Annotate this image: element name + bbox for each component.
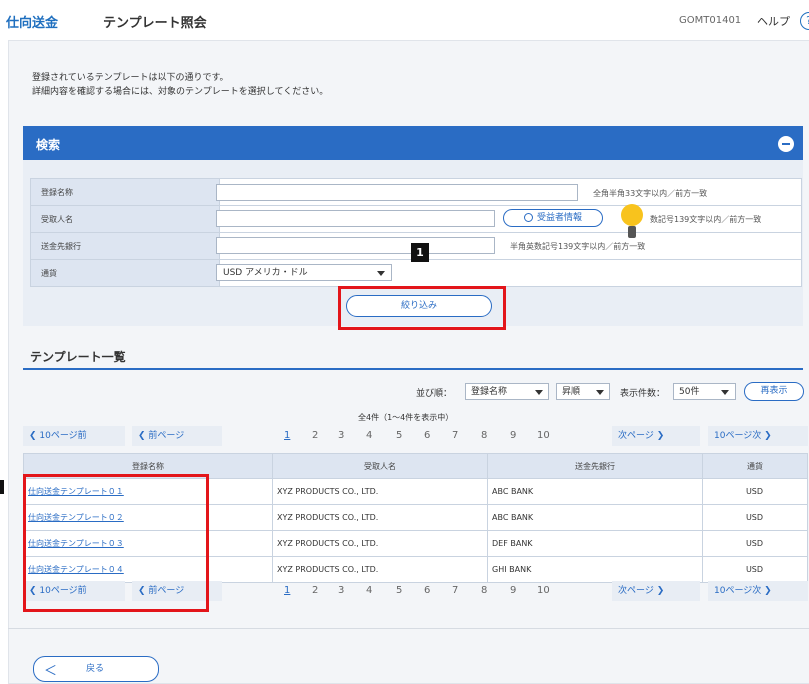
col-header-bank: 送金先銀行 <box>487 453 703 479</box>
screen-code: GOMT01401 <box>679 15 742 26</box>
page-number[interactable]: 6 <box>424 585 430 596</box>
search-panel-title: 検索 <box>36 138 61 152</box>
payee-cell: XYZ PRODUCTS CO., LTD. <box>272 478 488 505</box>
bank-cell: ABC BANK <box>487 478 703 505</box>
currency-cell: USD <box>702 530 808 557</box>
field-label-currency: 通貨 <box>30 259 220 287</box>
prev-page-button[interactable]: ❮ 前ページ <box>132 426 222 446</box>
footer-divider <box>8 628 809 629</box>
page-number[interactable]: 8 <box>481 585 487 596</box>
page-number[interactable]: 8 <box>481 430 487 441</box>
intro-line-1: 登録されているテンプレートは以下の通りです。 <box>32 73 229 83</box>
redisplay-button[interactable]: 再表示 <box>744 382 804 401</box>
currency-select-value: USD アメリカ・ドル <box>223 268 308 278</box>
next-page-button-bottom[interactable]: 次ページ ❯ <box>612 581 700 601</box>
chevron-left-icon: ❮ <box>138 431 149 441</box>
beneficiary-info-label: 受益者情報 <box>536 213 582 223</box>
page-number-current[interactable]: 1 <box>284 585 290 596</box>
page-number-current[interactable]: 1 <box>284 430 290 441</box>
next10-button-bottom[interactable]: 10ページ次 ❯ <box>708 581 808 601</box>
prev10-label: 10ページ前 <box>39 431 87 441</box>
payee-name-hint: 数記号139文字以内／前方一致 <box>650 215 762 224</box>
bank-cell: ABC BANK <box>487 504 703 531</box>
sort-field-value: 登録名称 <box>471 387 508 397</box>
page-number[interactable]: 5 <box>396 430 402 441</box>
sort-order-value: 昇順 <box>562 387 581 397</box>
payee-cell: XYZ PRODUCTS CO., LTD. <box>272 504 488 531</box>
intro-line-2: 詳細内容を確認する場合には、対象のテンプレートを選択してください。 <box>32 87 329 97</box>
page-number[interactable]: 9 <box>510 585 516 596</box>
prev10-button[interactable]: ❮ 10ページ前 <box>23 426 125 446</box>
lightbulb-base <box>628 226 636 238</box>
bank-cell: GHI BANK <box>487 556 703 583</box>
chevron-down-icon <box>377 271 385 276</box>
currency-cell: USD <box>702 504 808 531</box>
next-page-button[interactable]: 次ページ ❯ <box>612 426 700 446</box>
callout-badge-1: 1 <box>411 243 429 262</box>
beneficiary-info-button[interactable]: 受益者情報 <box>503 209 603 227</box>
page-number[interactable]: 2 <box>312 430 318 441</box>
next10-label: 10ページ次 <box>714 431 762 441</box>
next10-label: 10ページ次 <box>714 586 762 596</box>
count-label: 表示件数： <box>620 389 666 399</box>
page-number[interactable]: 2 <box>312 585 318 596</box>
page-number[interactable]: 10 <box>537 585 550 596</box>
payee-cell: XYZ PRODUCTS CO., LTD. <box>272 556 488 583</box>
list-summary: 全4件（1～4件を表示中） <box>358 413 454 422</box>
chevron-down-icon <box>535 390 543 395</box>
field-label-bank: 送金先銀行 <box>30 232 220 260</box>
field-label-payee: 受取人名 <box>30 205 220 233</box>
back-button-label: 戻る <box>86 664 105 674</box>
collapse-icon[interactable] <box>778 136 794 152</box>
template-name-hint: 全角半角33文字以内／前方一致 <box>593 189 708 198</box>
bank-cell: DEF BANK <box>487 530 703 557</box>
callout-marker <box>0 480 4 494</box>
page-number[interactable]: 9 <box>510 430 516 441</box>
chevron-right-icon: ❯ <box>653 586 665 596</box>
next-page-label: 次ページ <box>618 586 654 596</box>
chevron-right-icon: ❯ <box>761 431 772 441</box>
chevron-right-icon: ❯ <box>761 586 772 596</box>
prev-page-label: 前ページ <box>148 431 185 441</box>
help-link[interactable]: ヘルプ <box>757 13 790 29</box>
sort-label: 並び順： <box>416 389 453 399</box>
col-header-currency: 通貨 <box>702 453 808 479</box>
bank-name-hint: 半角英数記号139文字以内／前方一致 <box>510 242 646 251</box>
section-divider <box>23 368 803 370</box>
page-number[interactable]: 3 <box>338 430 344 441</box>
currency-select[interactable]: USD アメリカ・ドル <box>216 264 392 281</box>
template-list-title: テンプレート一覧 <box>30 350 126 364</box>
chevron-left-icon: ＜ <box>44 664 58 679</box>
filter-highlight-box <box>338 286 506 330</box>
template-link-highlight-box <box>23 474 209 612</box>
chevron-down-icon <box>596 390 604 395</box>
page-number[interactable]: 7 <box>452 585 458 596</box>
template-name-input[interactable] <box>216 184 578 201</box>
page-number[interactable]: 5 <box>396 585 402 596</box>
next-page-label: 次ページ <box>618 431 654 441</box>
currency-cell: USD <box>702 478 808 505</box>
field-label-name: 登録名称 <box>30 178 220 206</box>
col-header-payee: 受取人名 <box>272 453 488 479</box>
chevron-down-icon <box>721 390 729 395</box>
page-number[interactable]: 10 <box>537 430 550 441</box>
header-category: 仕向送金 <box>6 16 59 31</box>
page-title: テンプレート照会 <box>103 16 207 31</box>
page-number[interactable]: 7 <box>452 430 458 441</box>
payee-name-input[interactable] <box>216 210 495 227</box>
page-number[interactable]: 6 <box>424 430 430 441</box>
next10-button[interactable]: 10ページ次 ❯ <box>708 426 808 446</box>
chevron-right-icon: ❯ <box>653 431 665 441</box>
page-number[interactable]: 4 <box>366 585 372 596</box>
search-icon <box>523 213 533 222</box>
currency-cell: USD <box>702 556 808 583</box>
search-panel-header[interactable] <box>23 126 803 160</box>
payee-cell: XYZ PRODUCTS CO., LTD. <box>272 530 488 557</box>
page-number[interactable]: 3 <box>338 585 344 596</box>
chevron-left-icon: ❮ <box>29 431 40 441</box>
bank-name-input[interactable] <box>216 237 495 254</box>
count-value: 50件 <box>679 387 700 397</box>
lightbulb-icon <box>621 204 643 226</box>
page-number[interactable]: 4 <box>366 430 372 441</box>
